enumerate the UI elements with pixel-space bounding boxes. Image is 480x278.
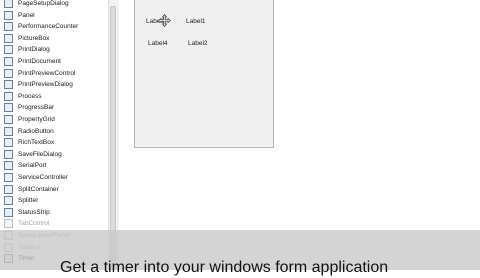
label4-control[interactable]: Label4 [148, 40, 168, 47]
toolbox-item[interactable]: ServiceController [0, 172, 112, 183]
toolbox-item-label: PrintDialog [18, 46, 50, 54]
print-preview-dialog-icon [4, 80, 13, 90]
label1-control[interactable]: Label1 [186, 18, 206, 25]
toolbox-scroll-thumb[interactable] [110, 6, 116, 261]
toolbox-item-label: PrintPreviewDialog [18, 81, 73, 89]
toolbox-item-label: PrintDocument [18, 58, 61, 65]
splitter-icon [4, 196, 13, 206]
label2-control[interactable]: Label2 [188, 40, 208, 47]
toolbox-item[interactable]: PictureBox [0, 33, 112, 44]
toolbox-item-label: SplitContainer [18, 185, 59, 193]
print-document-icon [4, 57, 13, 66]
video-caption: Get a timer into your windows form appli… [60, 259, 389, 276]
toolbox-item-label: Panel [18, 11, 35, 19]
service-controller-icon [4, 173, 13, 182]
toolbox-item-label: RichTextBox [18, 139, 55, 147]
toolbox-item-label: PrintPreviewControl [18, 69, 76, 77]
toolbox-item[interactable]: PageSetupDialog [0, 0, 112, 9]
toolbox-item[interactable]: Process [0, 91, 112, 102]
save-file-dialog-icon [4, 149, 13, 159]
toolbox-item-label: ProgressBar [18, 104, 55, 112]
toolbox-item-label: Splitter [18, 197, 39, 205]
toolbox-item-label: PictureBox [18, 34, 50, 42]
toolbox-item-label: PerformanceCounter [18, 23, 79, 31]
picture-box-icon [4, 33, 13, 43]
toolbox-item[interactable]: RichTextBox [0, 137, 112, 148]
toolbox-item[interactable]: PrintPreviewDialog [0, 79, 112, 90]
toolbox-item[interactable]: ProgressBar [0, 102, 112, 113]
tab-control-icon [4, 219, 13, 229]
toolbox-item[interactable]: TabControl [0, 218, 112, 229]
progress-bar-icon [4, 103, 13, 113]
toolbox-item[interactable]: PrintDialog [0, 44, 112, 55]
toolbox-item[interactable]: PerformanceCounter [0, 21, 112, 32]
toolbox-item-label: Process [18, 92, 42, 100]
performance-counter-icon [4, 22, 13, 32]
toolbox-item-label: PropertyGrid [18, 116, 55, 123]
process-icon [4, 91, 13, 101]
page-setup-icon [4, 0, 13, 8]
toolbox-item[interactable]: Panel [0, 10, 112, 21]
print-preview-control-icon [4, 68, 13, 78]
toolbox-item-label: RadioButton [18, 127, 54, 135]
status-strip-icon [4, 207, 13, 217]
toolbox-item-label: ServiceController [18, 174, 68, 181]
toolbox-item[interactable]: SaveFileDialog [0, 149, 112, 160]
split-container-icon [4, 184, 13, 194]
move-handle-icon[interactable] [158, 14, 171, 27]
toolbox-item-label: SerialPort [18, 162, 47, 170]
serial-port-icon [4, 161, 13, 171]
toolbox-item[interactable]: StatusStrip [0, 207, 112, 218]
toolbox-item[interactable]: SerialPort [0, 160, 112, 171]
toolbox-item[interactable]: RadioButton [0, 126, 112, 137]
toolbox-item[interactable]: PrintPreviewControl [0, 68, 112, 79]
toolbox-item[interactable]: SplitContainer [0, 184, 112, 195]
rich-text-box-icon [4, 138, 13, 148]
toolbox-item-label: PageSetupDialog [18, 0, 69, 7]
toolbox-item-label: StatusStrip [18, 208, 50, 216]
toolbox-item-label: TabControl [18, 220, 50, 228]
toolbox-item[interactable]: Splitter [0, 195, 112, 206]
toolbox-item[interactable]: PropertyGrid [0, 114, 112, 125]
toolbox-item[interactable]: PrintDocument [0, 56, 112, 67]
property-grid-icon [4, 115, 13, 124]
panel-icon [4, 10, 13, 20]
toolbox-item-label: SaveFileDialog [18, 150, 62, 158]
radio-button-icon [4, 126, 13, 136]
print-dialog-icon [4, 45, 13, 55]
